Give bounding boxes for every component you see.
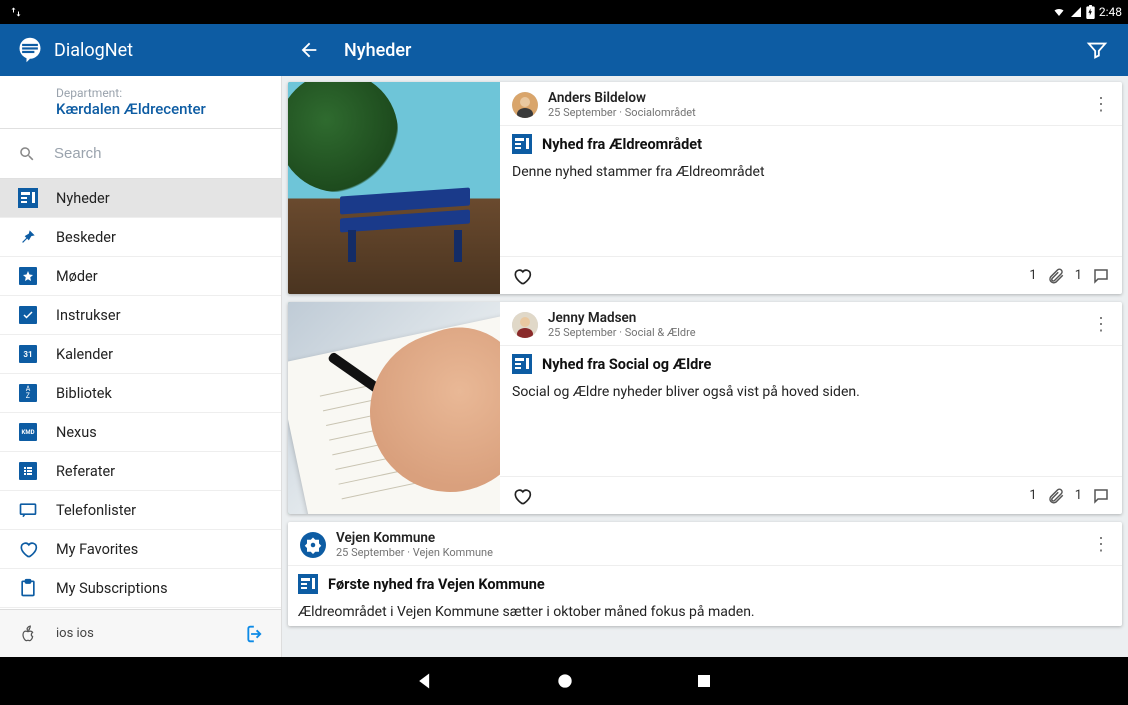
post-text: Social og Ældre nyheder bliver også vist… xyxy=(500,378,1122,476)
nav-recent-icon[interactable] xyxy=(695,672,713,690)
author-name: Jenny Madsen xyxy=(548,310,1082,326)
department-label: Department: xyxy=(56,86,225,100)
filter-icon[interactable] xyxy=(1086,39,1108,61)
post-text: Denne nyhed stammer fra Ældreområdet xyxy=(500,158,1122,256)
star-icon xyxy=(18,266,38,286)
post-title: Nyhed fra Social og Ældre xyxy=(542,356,711,373)
apple-icon xyxy=(18,623,38,645)
post-text: Ældreområdet i Vejen Kommune sætter i ok… xyxy=(288,598,1122,626)
nav-home-icon[interactable] xyxy=(555,671,575,691)
author-name: Anders Bildelow xyxy=(548,90,1082,106)
sidebar-item-label: Nexus xyxy=(56,424,97,441)
android-nav-bar xyxy=(0,657,1128,705)
news-badge-icon xyxy=(512,354,532,374)
nav-list: Nyheder Beskeder Møder xyxy=(0,179,281,609)
sidebar-item-instructions[interactable]: Instrukser xyxy=(0,296,281,335)
sidebar-item-label: Kalender xyxy=(56,346,113,363)
attachment-count: 1 xyxy=(1029,268,1036,283)
comment-icon[interactable] xyxy=(1092,267,1110,285)
post-title: Første nyhed fra Vejen Kommune xyxy=(328,576,545,593)
post-title: Nyhed fra Ældreområdet xyxy=(542,136,702,153)
news-card[interactable]: Anders Bildelow 25 September · Socialomr… xyxy=(288,82,1122,294)
sidebar-item-label: Bibliotek xyxy=(56,385,112,402)
news-thumbnail xyxy=(288,302,500,514)
author-name: Vejen Kommune xyxy=(336,530,1082,546)
more-icon[interactable]: ⋮ xyxy=(1092,316,1110,334)
sidebar-item-meetings[interactable]: Møder xyxy=(0,257,281,296)
sidebar-item-label: My Favorites xyxy=(56,541,138,558)
sidebar-item-label: Beskeder xyxy=(56,229,116,246)
avatar xyxy=(512,312,538,338)
more-icon[interactable]: ⋮ xyxy=(1092,96,1110,114)
search-input[interactable] xyxy=(54,145,263,162)
sidebar-item-minutes[interactable]: Referater xyxy=(0,452,281,491)
kmd-icon: KMD xyxy=(18,422,38,442)
az-icon: AZ xyxy=(18,383,38,403)
news-feed: Anders Bildelow 25 September · Socialomr… xyxy=(282,76,1128,657)
list-icon xyxy=(18,461,38,481)
sidebar-item-news[interactable]: Nyheder xyxy=(0,179,281,218)
post-meta: 25 September · Socialområdet xyxy=(548,106,1082,119)
android-status-bar: 2:48 xyxy=(0,0,1128,24)
back-icon[interactable] xyxy=(298,39,320,61)
calendar-icon: 31 xyxy=(18,344,38,364)
news-badge-icon xyxy=(298,574,318,594)
search-row[interactable] xyxy=(0,129,281,179)
sidebar-item-label: Møder xyxy=(56,268,98,285)
battery-icon xyxy=(1086,5,1095,19)
sidebar-item-label: Referater xyxy=(56,463,115,480)
department-selector[interactable]: Department: Kærdalen Ældrecenter xyxy=(0,76,281,129)
chat-icon xyxy=(18,500,38,520)
comment-icon[interactable] xyxy=(1092,487,1110,505)
news-badge-icon xyxy=(512,134,532,154)
news-card[interactable]: Vejen Kommune 25 September · Vejen Kommu… xyxy=(288,522,1122,626)
post-meta: 25 September · Vejen Kommune xyxy=(336,546,1082,559)
news-card[interactable]: Jenny Madsen 25 September · Social & Æld… xyxy=(288,302,1122,514)
attachment-icon[interactable] xyxy=(1047,267,1065,285)
logout-icon[interactable] xyxy=(241,623,263,645)
sidebar-footer: ios ios xyxy=(0,609,281,657)
avatar xyxy=(512,92,538,118)
sidebar-item-subscriptions[interactable]: My Subscriptions xyxy=(0,569,281,608)
like-icon[interactable] xyxy=(512,266,532,286)
nav-back-icon[interactable] xyxy=(415,671,435,691)
brand: DialogNet xyxy=(0,36,282,64)
app-logo-icon xyxy=(16,36,44,64)
sidebar-item-calendar[interactable]: 31 Kalender xyxy=(0,335,281,374)
search-icon xyxy=(18,145,36,163)
sync-icon xyxy=(10,6,22,18)
attachment-icon[interactable] xyxy=(1047,487,1065,505)
avatar xyxy=(300,532,326,558)
comment-count: 1 xyxy=(1075,488,1082,503)
attachment-count: 1 xyxy=(1029,488,1036,503)
more-icon[interactable]: ⋮ xyxy=(1092,536,1110,554)
sidebar: Department: Kærdalen Ældrecenter Nyheder xyxy=(0,76,282,657)
check-icon xyxy=(18,305,38,325)
sidebar-item-label: Instrukser xyxy=(56,307,121,324)
clock-text: 2:48 xyxy=(1099,5,1122,19)
sidebar-item-label: Telefonlister xyxy=(56,502,136,519)
like-icon[interactable] xyxy=(512,486,532,506)
signal-icon xyxy=(1070,6,1082,18)
department-name: Kærdalen Ældrecenter xyxy=(56,100,225,118)
user-label: ios ios xyxy=(56,626,94,641)
screen-title: Nyheder xyxy=(344,40,411,61)
sidebar-item-phonelists[interactable]: Telefonlister xyxy=(0,491,281,530)
pin-icon xyxy=(18,227,38,247)
sidebar-item-label: My Subscriptions xyxy=(56,580,168,597)
comment-count: 1 xyxy=(1075,268,1082,283)
post-meta: 25 September · Social & Ældre xyxy=(548,326,1082,339)
sidebar-item-favorites[interactable]: My Favorites xyxy=(0,530,281,569)
sidebar-item-nexus[interactable]: KMD Nexus xyxy=(0,413,281,452)
app-header: DialogNet Nyheder xyxy=(0,24,1128,76)
wifi-icon xyxy=(1052,6,1066,18)
sidebar-item-messages[interactable]: Beskeder xyxy=(0,218,281,257)
news-icon xyxy=(18,188,38,208)
news-thumbnail xyxy=(288,82,500,294)
sidebar-item-library[interactable]: AZ Bibliotek xyxy=(0,374,281,413)
sidebar-item-label: Nyheder xyxy=(56,190,110,207)
heart-icon xyxy=(18,539,38,559)
clipboard-icon xyxy=(18,578,38,598)
app-name: DialogNet xyxy=(54,40,133,61)
